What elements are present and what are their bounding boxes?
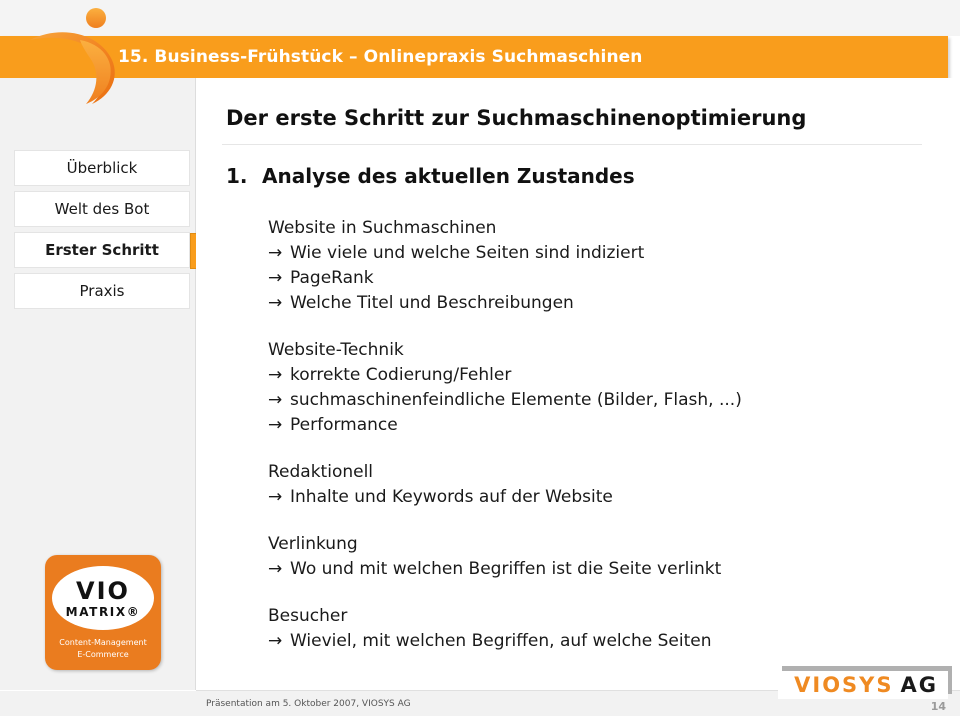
block-item: → Wo und mit welchen Begriffen ist die Se…	[268, 557, 948, 582]
sidebar-item-label: Welt des Bot	[54, 200, 150, 218]
block-item-label: Performance	[290, 415, 398, 435]
header-title-band: 15. Business-Frühstück – Onlinepraxis Su…	[0, 36, 948, 78]
arrow-bullet-icon: →	[268, 243, 283, 263]
vio-matrix-logo: VIO MATRIX® Content-Management E-Commerc…	[45, 555, 161, 670]
block-item: → PageRank	[268, 266, 948, 291]
block-item-label: Wieviel, mit welchen Begriffen, auf welc…	[290, 631, 712, 651]
title-divider	[222, 144, 922, 145]
arrow-bullet-icon: →	[268, 415, 283, 435]
block-item-label: korrekte Codierung/Fehler	[290, 365, 512, 385]
content-block: Website in Suchmaschinen → Wie viele und …	[268, 216, 948, 316]
content-block: Verlinkung → Wo und mit welchen Begriffen…	[268, 532, 948, 582]
page-number: 14	[930, 700, 946, 713]
slide-root: 15. Business-Frühstück – Onlinepraxis Su…	[0, 0, 960, 716]
block-item-label: Wo und mit welchen Begriffen ist die Sei…	[290, 559, 722, 579]
section-heading: 1. Analyse des aktuellen Zustandes	[226, 164, 635, 188]
arrow-bullet-icon: →	[268, 365, 283, 385]
block-item-label: Inhalte und Keywords auf der Website	[290, 487, 613, 507]
arrow-bullet-icon: →	[268, 631, 283, 651]
block-title: Redaktionell	[268, 462, 374, 482]
sidebar-nav-list: Überblick Welt des Bot Erster Schritt Pr…	[14, 150, 197, 314]
viosys-ag-logo: VIOSYS AG	[778, 671, 948, 699]
sidebar-item-label: Überblick	[66, 159, 138, 177]
sidebar-item-label: Erster Schritt	[45, 241, 159, 259]
sidebar-item-label: Praxis	[79, 282, 125, 300]
block-item: → Wieviel, mit welchen Begriffen, auf wel…	[268, 629, 948, 654]
content-blocks: Website in Suchmaschinen → Wie viele und …	[268, 216, 948, 676]
sidebar-item-erster-schritt[interactable]: Erster Schritt	[14, 232, 197, 269]
block-item-label: PageRank	[290, 268, 374, 288]
vio-matrix-wordmark-bottom: MATRIX®	[65, 604, 141, 619]
presentation-title: 15. Business-Frühstück – Onlinepraxis Su…	[118, 47, 643, 67]
viosys-ag-suffix: AG	[900, 673, 938, 697]
sidebar-item-welt-des-bot[interactable]: Welt des Bot	[14, 191, 190, 227]
block-item: → Performance	[268, 413, 948, 438]
vio-matrix-tagline: Content-Management E-Commerce	[45, 637, 161, 661]
block-item-label: suchmaschinenfeindliche Elemente (Bilder…	[290, 390, 742, 410]
footer-text: Präsentation am 5. Oktober 2007, VIOSYS …	[206, 699, 411, 709]
block-item-label: Welche Titel und Beschreibungen	[290, 293, 574, 313]
block-title: Besucher	[268, 606, 348, 626]
content-block: Website-Technik → korrekte Codierung/Fehl…	[268, 338, 948, 438]
block-item: → Welche Titel und Beschreibungen	[268, 291, 948, 316]
content-block: Besucher → Wieviel, mit welchen Begriffen…	[268, 604, 948, 654]
vio-matrix-tagline-line2: E-Commerce	[77, 650, 129, 659]
slide-title: Der erste Schritt zur Suchmaschinenoptim…	[226, 106, 807, 130]
sidebar-item-praxis[interactable]: Praxis	[14, 273, 190, 309]
block-title: Verlinkung	[268, 534, 358, 554]
section-title: Analyse des aktuellen Zustandes	[262, 164, 635, 188]
block-item: → suchmaschinenfeindliche Elemente (Bilde…	[268, 388, 948, 413]
block-title: Website-Technik	[268, 340, 404, 360]
top-strip	[0, 0, 960, 36]
content-block: Redaktionell → Inhalte und Keywords auf d…	[268, 460, 948, 510]
section-number: 1.	[226, 164, 248, 188]
sidebar-item-ueberblick[interactable]: Überblick	[14, 150, 190, 186]
arrow-bullet-icon: →	[268, 293, 283, 313]
vio-matrix-wordmark-top: VIO	[76, 576, 130, 605]
viosys-wordmark: VIOSYS	[794, 673, 894, 697]
arrow-bullet-icon: →	[268, 559, 283, 579]
vio-matrix-tagline-line1: Content-Management	[59, 638, 147, 647]
arrow-bullet-icon: →	[268, 268, 283, 288]
block-item: → korrekte Codierung/Fehler	[268, 363, 948, 388]
block-item: → Inhalte und Keywords auf der Website	[268, 485, 948, 510]
main-content: Der erste Schritt zur Suchmaschinenoptim…	[196, 78, 960, 690]
vio-matrix-badge: VIO MATRIX®	[52, 566, 154, 630]
block-item: → Wie viele und welche Seiten sind indizi…	[268, 241, 948, 266]
block-title: Website in Suchmaschinen	[268, 218, 497, 238]
block-item-label: Wie viele und welche Seiten sind indizie…	[290, 243, 645, 263]
arrow-bullet-icon: →	[268, 390, 283, 410]
arrow-bullet-icon: →	[268, 487, 283, 507]
